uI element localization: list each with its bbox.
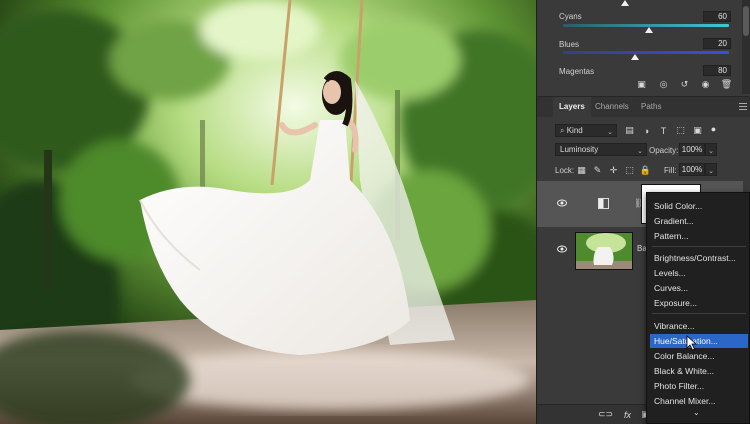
properties-footer: ▣ ◎ ↺ ◉ 🗑 — [537, 78, 743, 95]
menu-item-solid-color[interactable]: Solid Color... — [647, 199, 750, 213]
menu-item-levels[interactable]: Levels... — [647, 266, 750, 280]
menu-separator — [652, 313, 746, 314]
adjustment-layer-menu: Solid Color... Gradient... Pattern... Br… — [646, 192, 750, 424]
cyans-label: Cyans — [559, 12, 582, 21]
blues-slider-track[interactable] — [563, 51, 729, 54]
tab-channels[interactable]: Channels — [589, 97, 635, 117]
menu-item-channel-mixer[interactable]: Channel Mixer... — [647, 394, 750, 408]
opacity-field[interactable]: 100% — [679, 143, 705, 156]
slider-thumb-top[interactable] — [621, 0, 629, 6]
lock-image-icon[interactable]: ✎ — [591, 164, 604, 177]
fill-field[interactable]: 100% — [679, 163, 705, 176]
menu-item-curves[interactable]: Curves... — [647, 281, 750, 295]
menu-item-vibrance[interactable]: Vibrance... — [647, 319, 750, 333]
document-canvas[interactable] — [0, 0, 536, 424]
lock-label: Lock: — [555, 166, 575, 175]
delete-trash-icon[interactable]: 🗑 — [720, 78, 733, 91]
filter-toggle-icon[interactable]: ● — [707, 122, 720, 135]
search-icon: ⌕ — [560, 126, 567, 135]
fill-dropdown[interactable]: ⌄ — [705, 163, 717, 176]
visibility-eye-icon[interactable]: ◉ — [699, 78, 712, 91]
menu-separator — [652, 246, 746, 247]
lock-all-icon[interactable]: 🔒 — [639, 164, 652, 177]
magentas-value-field[interactable]: 80 — [703, 65, 731, 76]
menu-item-gradient[interactable]: Gradient... — [647, 214, 750, 228]
chevron-down-icon: ⌄ — [708, 148, 714, 155]
chevron-down-icon: ⌄ — [708, 168, 714, 175]
mouse-pointer-icon — [686, 335, 698, 351]
menu-item-black-white[interactable]: Black & White... — [647, 364, 750, 378]
blend-mode-dropdown[interactable]: Luminosity ⌄ — [555, 143, 647, 156]
eye-icon[interactable] — [557, 199, 567, 207]
blues-slider-thumb[interactable] — [631, 54, 639, 60]
link-layers-icon[interactable]: ⊂⊃ — [598, 408, 613, 421]
lock-transparent-icon[interactable]: ▦ — [575, 164, 588, 177]
chevron-down-icon: ⌄ — [607, 129, 613, 136]
menu-item-color-balance[interactable]: Color Balance... — [647, 349, 750, 363]
cyans-value-field[interactable]: 60 — [703, 11, 731, 22]
tab-layers[interactable]: Layers — [553, 97, 591, 117]
blend-mode-value: Luminosity — [560, 145, 599, 154]
type-filter-icon[interactable]: T — [657, 124, 670, 137]
menu-item-exposure[interactable]: Exposure... — [647, 296, 750, 310]
fill-label: Fill: — [664, 166, 677, 175]
lock-artboard-icon[interactable]: ⬚ — [623, 164, 636, 177]
layers-tab-bar: Layers Channels Paths — [537, 97, 750, 117]
panel-menu-icon[interactable] — [739, 103, 747, 110]
shape-filter-icon[interactable]: ⬚ — [674, 124, 687, 137]
thumbnail-photo — [576, 233, 632, 269]
chevron-down-icon: ⌄ — [637, 148, 643, 155]
cyans-slider-thumb[interactable] — [645, 27, 653, 33]
menu-item-pattern[interactable]: Pattern... — [647, 229, 750, 243]
magentas-label: Magentas — [559, 67, 595, 76]
filter-kind-value: Kind — [566, 126, 583, 135]
filter-kind-dropdown[interactable]: ⌕ Kind ⌄ — [555, 124, 617, 137]
tab-paths[interactable]: Paths — [635, 97, 667, 117]
bride-on-swing-photo — [0, 0, 536, 424]
menu-item-hue-saturation[interactable]: Hue/Saturation... — [650, 334, 748, 348]
reset-icon[interactable]: ↺ — [678, 78, 691, 91]
smart-object-filter-icon[interactable]: ▣ — [691, 124, 704, 137]
clip-to-layer-icon[interactable]: ▣ — [635, 78, 648, 91]
pixel-filter-icon[interactable]: ▤ — [623, 124, 636, 137]
view-previous-icon[interactable]: ◎ — [657, 78, 670, 91]
lock-position-icon[interactable]: ✛ — [607, 164, 620, 177]
adjustment-layer-icon — [598, 198, 609, 209]
opacity-label: Opacity: — [649, 146, 679, 155]
fx-icon[interactable]: fx — [621, 408, 634, 421]
opacity-dropdown[interactable]: ⌄ — [705, 143, 717, 156]
blues-label: Blues — [559, 40, 580, 49]
menu-item-brightness-contrast[interactable]: Brightness/Contrast... — [647, 251, 750, 265]
adjustment-filter-icon[interactable]: ◑ — [640, 124, 653, 137]
properties-scrollbar[interactable] — [742, 0, 750, 94]
chevron-down-icon[interactable]: ⌄ — [693, 408, 700, 417]
eye-icon[interactable] — [557, 245, 567, 253]
layer-image-thumbnail[interactable] — [575, 232, 633, 270]
menu-item-photo-filter[interactable]: Photo Filter... — [647, 379, 750, 393]
blues-value-field[interactable]: 20 — [703, 38, 731, 49]
